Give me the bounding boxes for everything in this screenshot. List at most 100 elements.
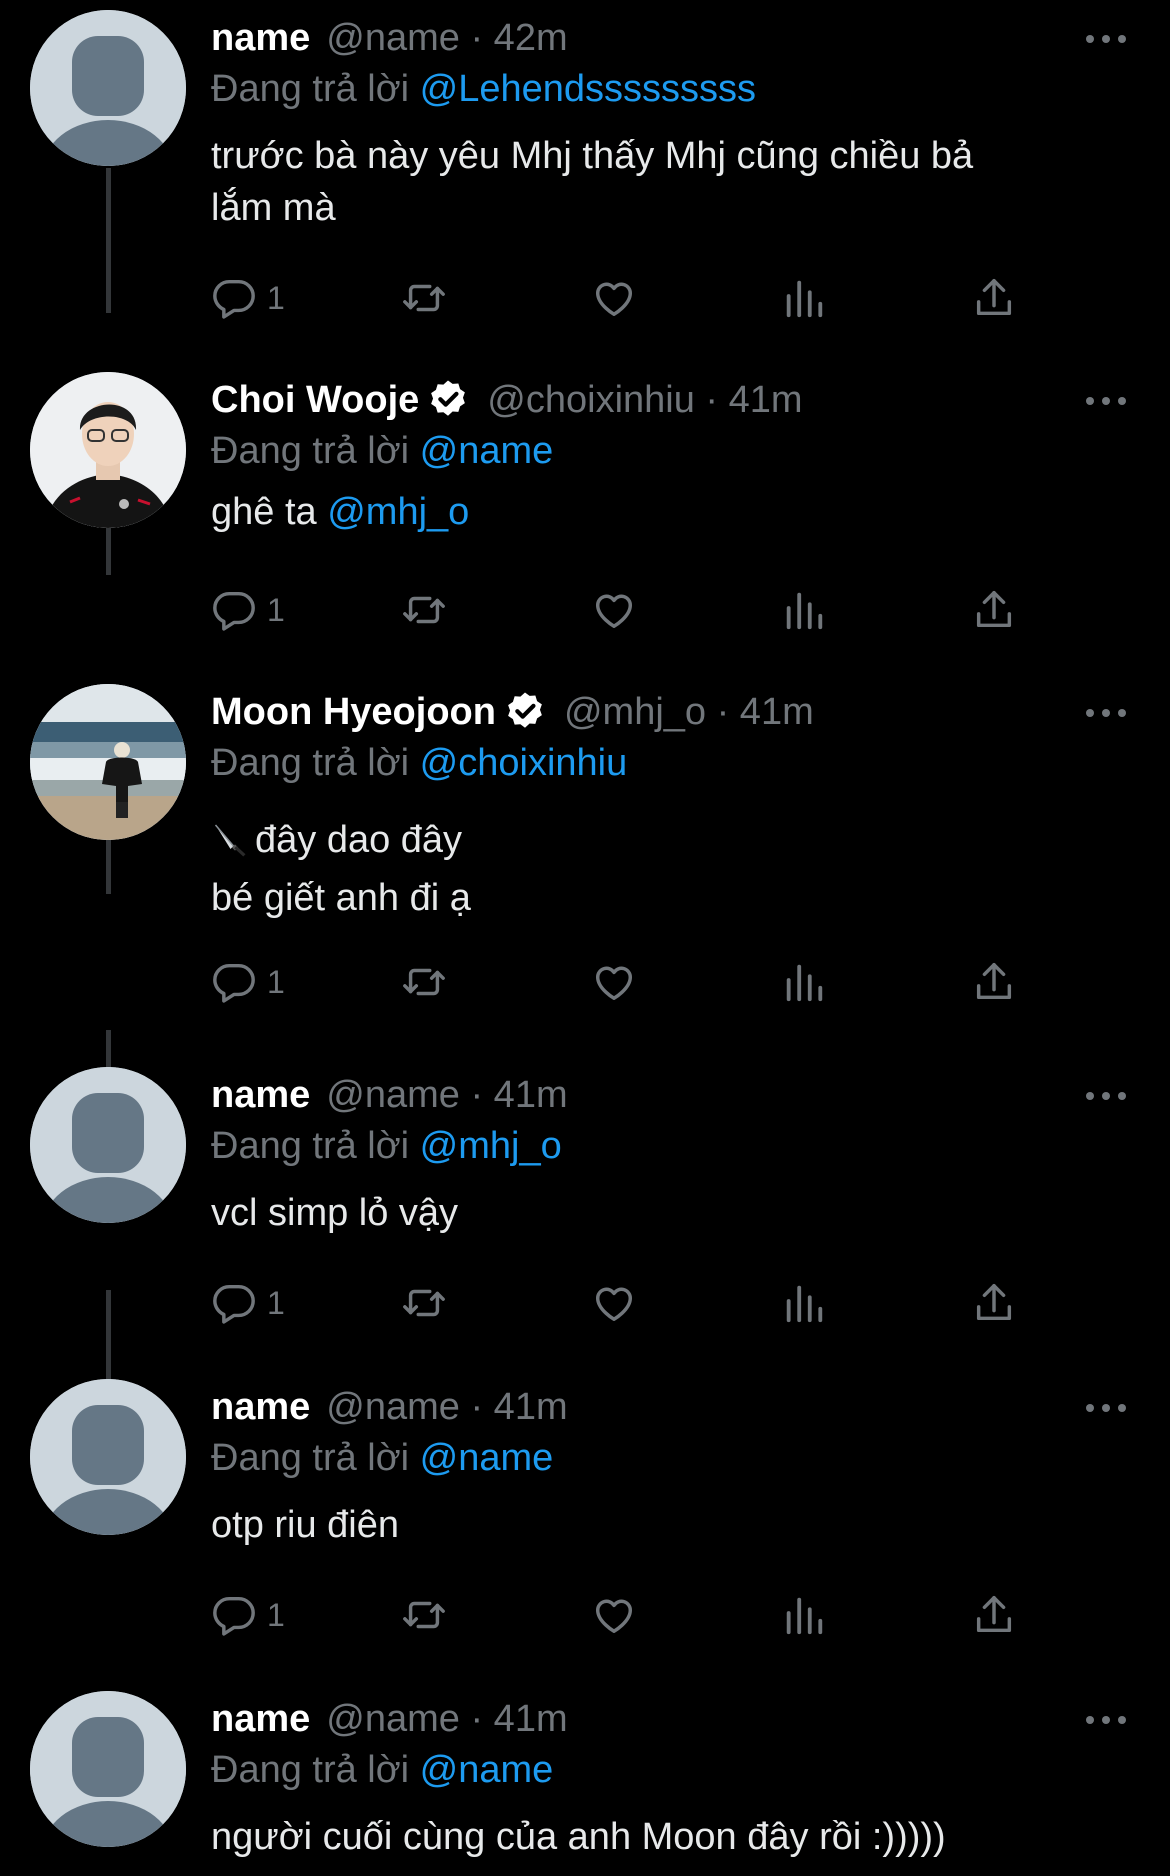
tweet[interactable]: name @name · 41m Đang trả lời @mhj_o vcl… (0, 1057, 1170, 1357)
share-button[interactable] (971, 582, 1017, 638)
action-bar: 1 (211, 954, 1031, 1010)
reply-to-mention[interactable]: @name (420, 1749, 554, 1791)
reply-prefix: Đang trả lời (211, 1437, 410, 1479)
views-button[interactable] (781, 1587, 827, 1643)
display-name[interactable]: name (211, 1694, 310, 1744)
display-name[interactable]: Moon Hyeojoon (211, 687, 496, 737)
profile-photo (30, 684, 186, 840)
reply-icon (213, 1284, 255, 1324)
handle-and-time: @name · 42m (326, 17, 568, 59)
reply-button[interactable]: 1 (211, 270, 285, 326)
tweet[interactable]: name @name · 41m Đang trả lời @name otp … (0, 1369, 1170, 1669)
more-dots-icon[interactable] (1086, 1715, 1126, 1725)
share-button[interactable] (971, 954, 1017, 1010)
views-button[interactable] (781, 270, 827, 326)
replying-to: Đang trả lời @name (211, 425, 553, 477)
retweet-button[interactable] (401, 270, 447, 326)
display-name[interactable]: name (211, 13, 310, 63)
views-icon (786, 592, 823, 630)
tweet-text: đây dao đây bé giết anh đi ạ (211, 814, 1111, 924)
retweet-icon (403, 284, 445, 312)
like-button[interactable] (591, 270, 637, 326)
like-button[interactable] (591, 954, 637, 1010)
more-dots-icon[interactable] (1086, 1403, 1126, 1413)
tweet[interactable]: name @name · 41m Đang trả lời @name ngườ… (0, 1681, 1170, 1876)
retweet-icon (403, 968, 445, 996)
default-profile-icon (30, 1379, 186, 1535)
display-name[interactable]: name (211, 1382, 310, 1432)
reply-button[interactable]: 1 (211, 1587, 285, 1643)
reply-prefix: Đang trả lời (211, 1749, 410, 1791)
share-icon (976, 1284, 1012, 1321)
default-profile-icon (30, 10, 186, 166)
reply-to-mention[interactable]: @mhj_o (420, 1125, 562, 1167)
tweet[interactable]: Moon Hyeojoon @mhj_o · 41m Đang trả lời … (0, 674, 1170, 1024)
retweet-button[interactable] (401, 954, 447, 1010)
display-name[interactable]: Choi Wooje (211, 375, 419, 425)
reply-to-mention[interactable]: @Lehendsssssssss (420, 68, 756, 110)
tweet[interactable]: name @name · 42m Đang trả lời @Lehendsss… (0, 0, 1170, 319)
more-dots-icon[interactable] (1086, 1091, 1126, 1101)
avatar[interactable] (30, 372, 186, 528)
retweet-button[interactable] (401, 1587, 447, 1643)
reply-button[interactable]: 1 (211, 954, 285, 1010)
like-button[interactable] (591, 582, 637, 638)
tweet[interactable]: Choi Wooje @choixinhiu · 41m Đang trả lờ… (0, 362, 1170, 662)
reply-to-mention[interactable]: @choixinhiu (420, 742, 628, 784)
share-button[interactable] (971, 270, 1017, 326)
avatar[interactable] (30, 10, 186, 166)
avatar[interactable] (30, 1379, 186, 1535)
share-button[interactable] (971, 1275, 1017, 1331)
tweet-header: name @name · 42m (211, 13, 568, 63)
retweet-button[interactable] (401, 1275, 447, 1331)
share-icon (976, 963, 1012, 1000)
tweet-text-prefix: ghê ta (211, 491, 317, 533)
knife-icon (211, 820, 247, 872)
avatar[interactable] (30, 1067, 186, 1223)
tweet-text: otp riu điên (211, 1499, 1111, 1551)
reply-icon (213, 1596, 255, 1636)
reply-button[interactable]: 1 (211, 582, 285, 638)
tweet-header: Moon Hyeojoon @mhj_o · 41m (211, 687, 814, 737)
body-mention[interactable]: @mhj_o (327, 491, 469, 533)
share-icon (976, 1596, 1012, 1633)
avatar[interactable] (30, 684, 186, 840)
action-bar: 1 (211, 1275, 1031, 1331)
more-dots-icon[interactable] (1086, 34, 1126, 44)
more-dots-icon[interactable] (1086, 708, 1126, 718)
tweet-text-line: lắm mà (211, 187, 336, 229)
heart-icon (595, 1599, 633, 1634)
reply-prefix: Đang trả lời (211, 68, 410, 110)
display-name[interactable]: name (211, 1070, 310, 1120)
views-button[interactable] (781, 1275, 827, 1331)
tweet-text-line: otp riu điên (211, 1504, 400, 1546)
avatar[interactable] (30, 1691, 186, 1847)
tweet-text: vcl simp lỏ vậy (211, 1187, 1111, 1239)
like-button[interactable] (591, 1587, 637, 1643)
tweet-header: name @name · 41m (211, 1070, 568, 1120)
views-icon (786, 1597, 823, 1635)
tweet-text: trước bà này yêu Mhj thấy Mhj cũng chiều… (211, 130, 1111, 234)
reply-to-mention[interactable]: @name (420, 1437, 554, 1479)
tweet-text-line: vcl simp lỏ vậy (211, 1192, 459, 1234)
profile-photo (30, 372, 186, 528)
reply-count: 1 (267, 963, 285, 1000)
handle-and-time: @choixinhiu · 41m (487, 379, 803, 421)
views-icon (786, 280, 823, 318)
tweet-text-line: bé giết anh đi ạ (211, 877, 471, 919)
share-button[interactable] (971, 1587, 1017, 1643)
views-button[interactable] (781, 954, 827, 1010)
handle-and-time: @name · 41m (326, 1074, 568, 1116)
reply-button[interactable]: 1 (211, 1275, 285, 1331)
retweet-button[interactable] (401, 582, 447, 638)
views-button[interactable] (781, 582, 827, 638)
heart-icon (595, 966, 633, 1001)
more-dots-icon[interactable] (1086, 396, 1126, 406)
like-button[interactable] (591, 1275, 637, 1331)
action-bar: 1 (211, 1587, 1031, 1643)
reply-count: 1 (267, 279, 285, 316)
reply-to-mention[interactable]: @name (420, 430, 554, 472)
heart-icon (595, 1287, 633, 1322)
reply-thread: name @name · 42m Đang trả lời @Lehendsss… (0, 0, 1170, 1876)
reply-icon (213, 591, 255, 631)
